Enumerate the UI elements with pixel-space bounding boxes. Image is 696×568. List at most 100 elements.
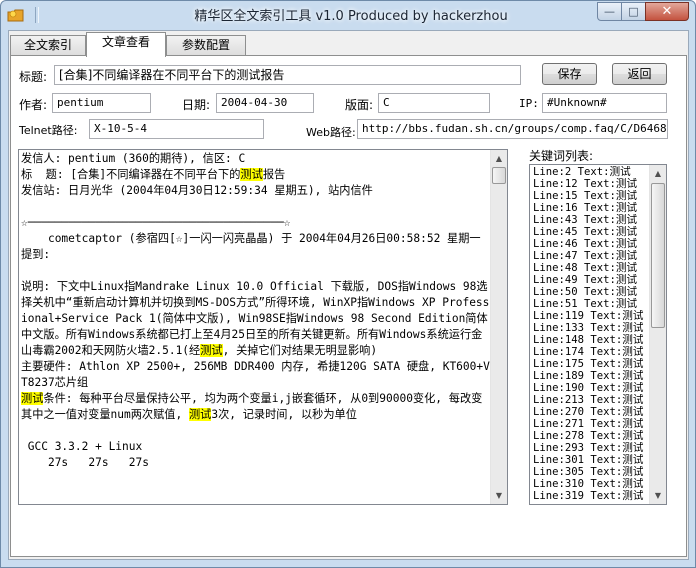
scroll-down-arrow-icon[interactable]: ▼ xyxy=(491,487,507,504)
minimize-button[interactable]: — xyxy=(597,2,622,21)
scroll-up-arrow-icon[interactable]: ▲ xyxy=(650,165,666,182)
keyword-list-item[interactable]: Line:175 Text:测试 xyxy=(533,358,651,370)
title-separator xyxy=(35,7,39,23)
article-text-segment: 主要硬件: Athlon XP 2500+, 256MB DDR400 内存, … xyxy=(21,360,490,389)
keyword-list-item[interactable]: Line:189 Text:测试 xyxy=(533,370,651,382)
author-field[interactable]: pentium xyxy=(52,93,151,113)
keyword-list-item[interactable]: Line:293 Text:测试 xyxy=(533,442,651,454)
date-field[interactable]: 2004-04-30 xyxy=(216,93,314,113)
article-text-segment xyxy=(21,424,28,437)
scroll-up-arrow-icon[interactable]: ▲ xyxy=(491,150,507,167)
keyword-list[interactable]: Line:2 Text:测试 Line:12 Text:测试 Line:15 Tex… xyxy=(529,164,667,505)
article-text-segment: cometcaptor (参宿四[☆]一闪一闪亮晶晶) 于 2004年04月26… xyxy=(21,232,481,261)
keyword-list-item[interactable]: Line:319 Text:测试 xyxy=(533,490,651,502)
keyword-list-item[interactable]: Line:270 Text:测试 xyxy=(533,406,651,418)
article-text-segment: 27s 27s 27s xyxy=(21,456,149,469)
minimize-icon: — xyxy=(604,5,615,18)
article-line: cometcaptor (参宿四[☆]一闪一闪亮晶晶) 于 2004年04月26… xyxy=(21,231,491,263)
keyword-list-item[interactable]: Line:45 Text:测试 xyxy=(533,226,651,238)
article-text-segment: 标 题: [合集]不同编译器在不同平台下的 xyxy=(21,168,241,181)
tab-article-view[interactable]: 文章查看 xyxy=(86,32,166,57)
close-icon: ✕ xyxy=(661,4,673,19)
keyword-list-item[interactable]: Line:46 Text:测试 xyxy=(533,238,651,250)
article-text-segment: , 关掉它们对结果无明显影响) xyxy=(222,344,378,357)
keyword-list-item[interactable]: Line:48 Text:测试 xyxy=(533,262,651,274)
close-button[interactable]: ✕ xyxy=(645,2,689,21)
article-line: 发信站: 日月光华 (2004年04月30日12:59:34 星期五), 站内信… xyxy=(21,183,491,199)
article-text-segment: 发信人: pentium (360的期待), 信区: C xyxy=(21,152,246,165)
keyword-list-item[interactable]: Line:190 Text:测试 xyxy=(533,382,651,394)
maximize-icon: □ xyxy=(628,5,639,18)
keyword-list-item[interactable]: Line:16 Text:测试 xyxy=(533,202,651,214)
keyword-list-label: 关键词列表: xyxy=(529,149,594,163)
author-label: 作者: xyxy=(19,98,48,112)
maximize-button[interactable]: □ xyxy=(621,2,646,21)
keyword-list-item[interactable]: Line:271 Text:测试 xyxy=(533,418,651,430)
article-line: 发信人: pentium (360的期待), 信区: C xyxy=(21,151,491,167)
article-line: 说明: 下文中Linux指Mandrake Linux 10.0 Officia… xyxy=(21,279,491,359)
scroll-down-arrow-icon[interactable]: ▼ xyxy=(650,487,666,504)
window-title: 精华区全文索引工具 v1.0 Produced by hackerzhou xyxy=(194,9,508,24)
tab-full-text-index[interactable]: 全文索引 xyxy=(10,35,86,56)
keyword-list-item[interactable]: Line:47 Text:测试 xyxy=(533,250,651,262)
article-line: 测试条件: 每种平台尽量保持公平, 均为两个变量i,j嵌套循环, 从0到9000… xyxy=(21,391,491,423)
keyword-list-item[interactable]: Line:43 Text:测试 xyxy=(533,214,651,226)
keyword-list-item[interactable]: Line:174 Text:测试 xyxy=(533,346,651,358)
keyword-list-item[interactable]: Line:310 Text:测试 xyxy=(533,478,651,490)
article-line: 27s 27s 27s xyxy=(21,455,491,471)
keyword-list-item[interactable]: Line:301 Text:测试 xyxy=(533,454,651,466)
keyword-highlight: 测试 xyxy=(240,168,263,181)
web-path-label: Web路径: xyxy=(306,126,356,139)
back-button[interactable]: 返回 xyxy=(612,63,667,85)
keyword-list-item[interactable]: Line:278 Text:测试 xyxy=(533,430,651,442)
web-path-field[interactable]: http://bbs.fudan.sh.cn/groups/comp.faq/C… xyxy=(357,119,668,139)
article-text-segment: GCC 3.3.2 + Linux xyxy=(21,440,143,453)
keyword-list-item[interactable]: Line:133 Text:测试 xyxy=(533,322,651,334)
keyword-list-item[interactable]: Line:51 Text:测试 xyxy=(533,298,651,310)
keyword-list-item[interactable]: Line:15 Text:测试 xyxy=(533,190,651,202)
article-line xyxy=(21,263,491,279)
date-label: 日期: xyxy=(182,98,211,112)
keyword-list-item[interactable]: Line:213 Text:测试 xyxy=(533,394,651,406)
article-text-segment: 发信站: 日月光华 (2004年04月30日12:59:34 星期五), 站内信… xyxy=(21,184,373,197)
article-line: 主要硬件: Athlon XP 2500+, 256MB DDR400 内存, … xyxy=(21,359,491,391)
telnet-path-field[interactable]: X-10-5-4 xyxy=(89,119,264,139)
article-line: GCC 3.3.2 + Linux xyxy=(21,439,491,455)
article-scrollbar[interactable]: ▲ ▼ xyxy=(490,150,507,504)
article-text-segment: ☆──────────────────────────────────────☆ xyxy=(21,216,291,229)
article-line: ☆──────────────────────────────────────☆ xyxy=(21,215,491,231)
article-scroll-thumb[interactable] xyxy=(492,167,506,184)
keyword-scrollbar[interactable]: ▲ ▼ xyxy=(649,165,666,504)
keyword-list-item[interactable]: Line:49 Text:测试 xyxy=(533,274,651,286)
keyword-list-item[interactable]: Line:119 Text:测试 xyxy=(533,310,651,322)
keyword-highlight: 测试 xyxy=(21,392,44,405)
keyword-list-item[interactable]: Line:2 Text:测试 xyxy=(533,166,651,178)
article-line xyxy=(21,423,491,439)
save-button[interactable]: 保存 xyxy=(542,63,597,85)
title-label: 标题: xyxy=(19,70,48,84)
article-line: 标 题: [合集]不同编译器在不同平台下的测试报告 xyxy=(21,167,491,183)
tab-settings[interactable]: 参数配置 xyxy=(166,35,246,56)
keyword-list-item[interactable]: Line:148 Text:测试 xyxy=(533,334,651,346)
keyword-list-item[interactable]: Line:50 Text:测试 xyxy=(533,286,651,298)
article-line xyxy=(21,199,491,215)
board-field[interactable]: C xyxy=(378,93,490,113)
keyword-highlight: 测试 xyxy=(200,344,223,357)
title-bar[interactable]: 精华区全文索引工具 v1.0 Produced by hackerzhou — … xyxy=(1,1,695,29)
keyword-items: Line:2 Text:测试 Line:12 Text:测试 Line:15 Tex… xyxy=(533,166,651,502)
article-text-segment: 报告 xyxy=(262,168,286,181)
board-label: 版面: xyxy=(345,98,374,112)
title-field[interactable]: [合集]不同编译器在不同平台下的测试报告 xyxy=(54,65,521,85)
ip-label: IP: xyxy=(519,97,539,110)
keyword-list-item[interactable]: Line:305 Text:测试 xyxy=(533,466,651,478)
keyword-highlight: 测试 xyxy=(188,408,212,421)
keyword-scroll-thumb[interactable] xyxy=(651,183,665,328)
telnet-path-label: Telnet路径: xyxy=(19,124,78,137)
keyword-list-item[interactable]: Line:12 Text:测试 xyxy=(533,178,651,190)
app-icon[interactable] xyxy=(7,7,25,23)
article-text-segment xyxy=(21,200,28,213)
ip-field[interactable]: #Unknown# xyxy=(542,93,667,113)
article-text: 发信人: pentium (360的期待), 信区: C 标 题: [合集]不同编… xyxy=(21,151,491,471)
article-content-box[interactable]: 发信人: pentium (360的期待), 信区: C 标 题: [合集]不同编… xyxy=(18,149,508,505)
article-text-segment: 3次, 记录时间, 以秒为单位 xyxy=(211,408,357,421)
